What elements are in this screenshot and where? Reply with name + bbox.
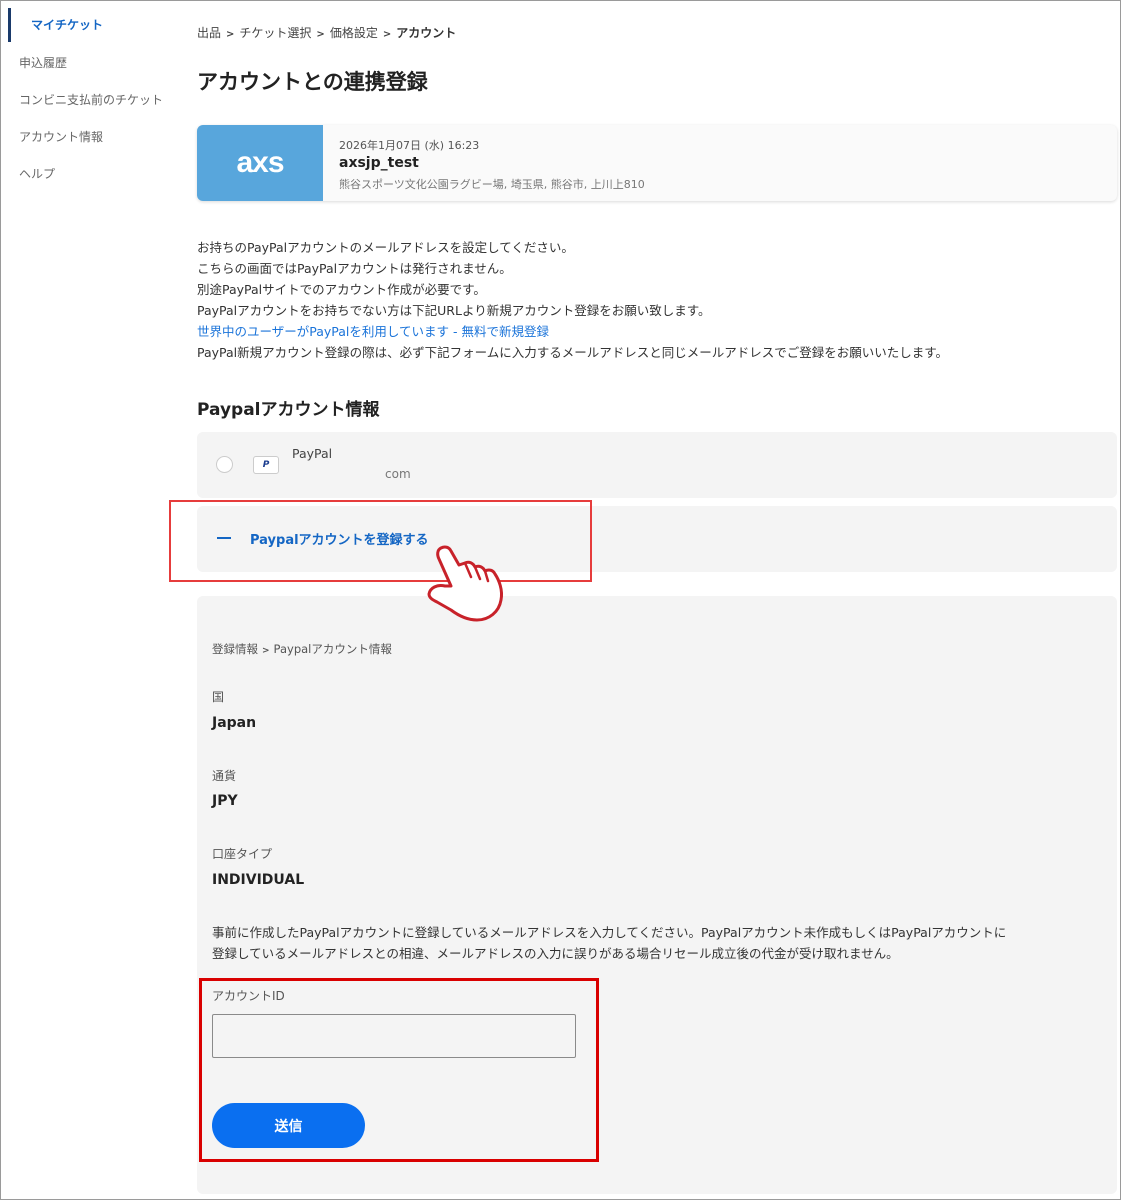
- pointing-hand-icon: [427, 545, 503, 622]
- sidebar-item-account-info[interactable]: アカウント情報: [0, 119, 180, 156]
- description-line: 別途PayPalサイトでのアカウント作成が必要です。: [197, 282, 486, 297]
- account-type-label: 口座タイプ: [212, 847, 273, 861]
- axs-logo-text: axs: [236, 146, 284, 179]
- sidebar: マイチケット 申込履歴 コンビニ支払前のチケット アカウント情報 ヘルプ: [0, 0, 180, 193]
- email-notice: 事前に作成したPayPalアカウントに登録しているメールアドレスを入力してくださ…: [212, 922, 1102, 964]
- paypal-account-email: com: [385, 467, 411, 481]
- breadcrumb-current: アカウント: [396, 26, 457, 40]
- highlight-box-form: [199, 978, 599, 1162]
- sidebar-item-my-tickets[interactable]: マイチケット: [8, 8, 180, 42]
- description-line: PayPalアカウントをお持ちでない方は下記URLより新規アカウント登録をお願い…: [197, 303, 711, 318]
- form-breadcrumb-item: 登録情報: [212, 642, 258, 656]
- sidebar-item-unpaid-tickets[interactable]: コンビニ支払前のチケット: [0, 82, 180, 119]
- email-notice-line: 登録しているメールアドレスとの相違、メールアドレスの入力に誤りがある場合リセール…: [212, 946, 899, 961]
- breadcrumb-item[interactable]: 出品: [197, 26, 221, 40]
- highlight-box-register: [169, 500, 592, 582]
- event-venue: 熊谷スポーツ文化公園ラグビー場, 埼玉県, 熊谷市, 上川上810: [339, 178, 645, 191]
- description-line: こちらの画面ではPayPalアカウントは発行されません。: [197, 261, 512, 276]
- breadcrumb: 出品 > チケット選択 > 価格設定 > アカウント: [197, 24, 456, 41]
- event-card: axs 2026年1月07日 (水) 16:23 axsjp_test 熊谷スポ…: [197, 125, 1117, 201]
- description-line: お持ちのPayPalアカウントのメールアドレスを設定してください。: [197, 240, 574, 255]
- country-label: 国: [212, 690, 225, 704]
- paypal-existing-account[interactable]: P PayPal com: [197, 432, 1117, 498]
- form-breadcrumb-item: Paypalアカウント情報: [273, 642, 392, 656]
- email-notice-line: 事前に作成したPayPalアカウントに登録しているメールアドレスを入力してくださ…: [212, 925, 1007, 940]
- paypal-logo-text: P: [262, 460, 270, 470]
- description: お持ちのPayPalアカウントのメールアドレスを設定してください。 こちらの画面…: [197, 237, 1117, 363]
- paypal-section-title: Paypalアカウント情報: [197, 400, 380, 420]
- event-name: axsjp_test: [339, 155, 419, 171]
- paypal-logo-icon: P: [253, 456, 279, 474]
- breadcrumb-item[interactable]: 価格設定: [330, 26, 378, 40]
- paypal-account-radio[interactable]: [216, 456, 233, 473]
- breadcrumb-separator: >: [316, 29, 325, 40]
- event-datetime: 2026年1月07日 (水) 16:23: [339, 139, 480, 152]
- page-title: アカウントとの連携登録: [197, 70, 428, 94]
- currency-value: JPY: [212, 793, 238, 809]
- account-type-value: INDIVIDUAL: [212, 872, 305, 888]
- breadcrumb-separator: >: [382, 29, 392, 40]
- paypal-account-name: PayPal: [292, 446, 333, 461]
- paypal-signup-link[interactable]: 世界中のユーザーがPayPalを利用しています - 無料で新規登録: [197, 324, 549, 339]
- currency-label: 通貨: [212, 769, 237, 783]
- sidebar-item-application-history[interactable]: 申込履歴: [0, 45, 180, 82]
- form-breadcrumb-separator: >: [262, 646, 270, 656]
- breadcrumb-separator: >: [226, 29, 235, 40]
- description-line: PayPal新規アカウント登録の際は、必ず下記フォームに入力するメールアドレスと…: [197, 345, 949, 360]
- axs-logo: axs: [197, 125, 323, 201]
- breadcrumb-item[interactable]: チケット選択: [239, 26, 311, 40]
- form-breadcrumb: 登録情報 > Paypalアカウント情報: [212, 641, 392, 657]
- country-value: Japan: [212, 715, 257, 731]
- sidebar-item-help[interactable]: ヘルプ: [0, 156, 180, 193]
